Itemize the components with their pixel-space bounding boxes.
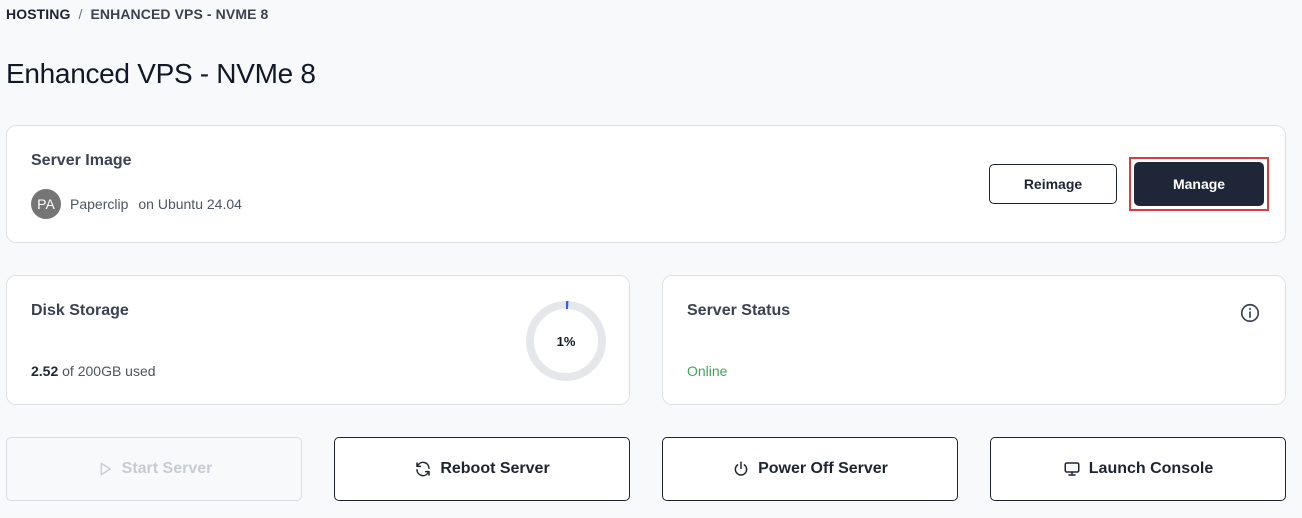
manage-button-highlight: Manage [1129, 157, 1269, 211]
avatar: PA [31, 189, 61, 219]
disk-usage-percent: 1% [556, 333, 576, 349]
launch-console-button[interactable]: Launch Console [990, 437, 1286, 501]
disk-storage-title: Disk Storage [31, 302, 129, 319]
server-image-info: PA Paperclip on Ubuntu 24.04 [31, 189, 242, 219]
monitor-icon [1064, 462, 1080, 476]
power-icon [734, 461, 748, 476]
disk-usage-text: 2.52 of 200GB used [31, 363, 156, 379]
server-image-title: Server Image [31, 152, 132, 169]
server-status-value: Online [687, 363, 728, 379]
disk-storage-card: Disk Storage 2.52 of 200GB used 1% [6, 275, 630, 405]
power-off-server-button[interactable]: Power Off Server [662, 437, 958, 501]
server-image-os: on Ubuntu 24.04 [138, 196, 242, 212]
reimage-button[interactable]: Reimage [989, 164, 1117, 204]
start-server-label: Start Server [121, 460, 213, 477]
reboot-server-button[interactable]: Reboot Server [334, 437, 630, 501]
info-icon[interactable] [1239, 302, 1261, 324]
power-off-server-label: Power Off Server [758, 460, 888, 477]
manage-button[interactable]: Manage [1134, 162, 1264, 206]
breadcrumb-hosting-link[interactable]: HOSTING [6, 6, 70, 22]
server-image-app-name: Paperclip [70, 196, 129, 212]
breadcrumb: HOSTING / ENHANCED VPS - NVME 8 [6, 6, 268, 22]
disk-used-suffix: of 200GB used [62, 363, 156, 379]
start-server-button[interactable]: Start Server [6, 437, 302, 501]
breadcrumb-current: ENHANCED VPS - NVME 8 [90, 6, 269, 22]
disk-used-amount: 2.52 [31, 363, 59, 379]
play-icon [100, 462, 111, 476]
server-status-card: Server Status Online [662, 275, 1286, 405]
reboot-server-label: Reboot Server [440, 460, 550, 477]
breadcrumb-separator: / [78, 6, 83, 22]
page-title: Enhanced VPS - NVMe 8 [6, 58, 316, 89]
server-image-card: Server Image PA Paperclip on Ubuntu 24.0… [6, 125, 1286, 243]
server-status-title: Server Status [687, 302, 791, 319]
launch-console-label: Launch Console [1088, 460, 1214, 477]
refresh-icon [416, 461, 431, 477]
